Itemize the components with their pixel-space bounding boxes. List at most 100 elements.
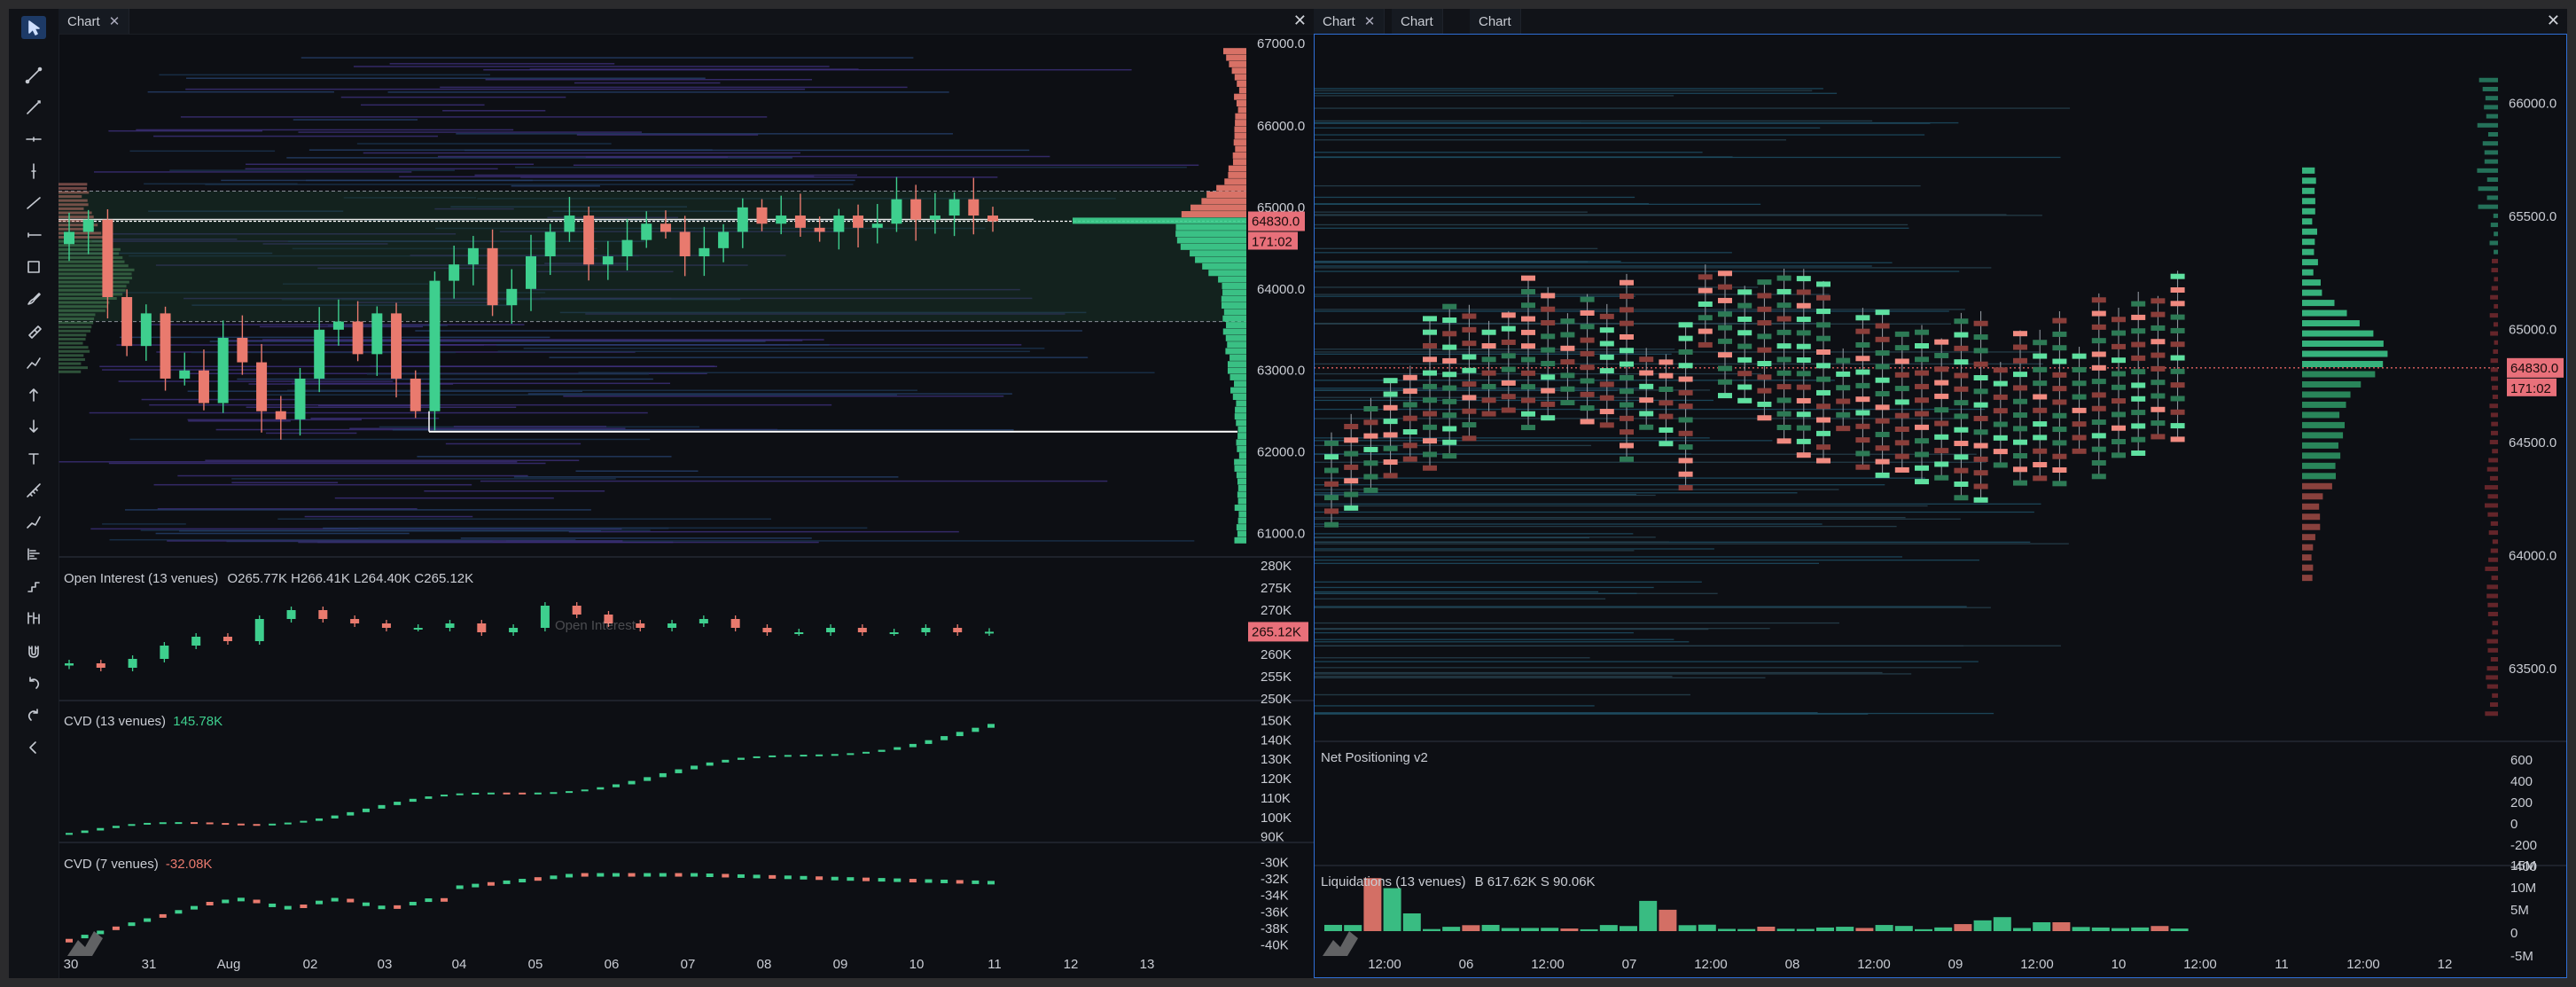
tool-long-short[interactable] <box>21 575 46 598</box>
cvd7-candle-body <box>284 905 292 910</box>
right-chart-canvas[interactable]: 66000.0 65500.0 65000.0 64500.0 64000.0 63500… <box>1314 34 2567 978</box>
arrow-down-icon-glyph <box>29 419 38 433</box>
tool-text[interactable] <box>21 447 46 470</box>
left-chart-area[interactable]: 66000.0 65000.0 64000.0 63000.0 62000.0 61000… <box>59 34 1314 978</box>
volume-profile-bar <box>1225 334 1246 341</box>
price-axis-label: 65000.0 <box>2509 322 2556 337</box>
tool-vertical-line[interactable] <box>21 160 46 183</box>
footprint-cell <box>1894 466 1909 473</box>
tool-path[interactable] <box>21 351 46 374</box>
tool-magnet[interactable] <box>21 640 46 663</box>
volume-profile-bar <box>2493 213 2498 218</box>
heatmap-line <box>1314 396 1646 398</box>
cvd7-candle-body <box>300 905 308 909</box>
tool-undo[interactable] <box>21 672 46 695</box>
ray-icon-glyph <box>27 100 41 114</box>
session-profile-bar <box>2302 309 2347 317</box>
heatmap-line <box>1314 505 1928 507</box>
footprint-cell <box>2131 396 2146 402</box>
footprint-cell <box>1402 388 1417 395</box>
time-badge-text: 171:02 <box>2510 381 2551 396</box>
footprint-cell <box>1402 456 1417 462</box>
close-icon[interactable]: ✕ <box>109 13 121 29</box>
candle-body <box>352 321 363 355</box>
footprint-cell <box>1894 412 1909 419</box>
footprint-cell <box>2013 480 2027 486</box>
heatmap-line <box>578 372 1155 373</box>
footprint-cell <box>2091 364 2106 371</box>
tool-measure[interactable] <box>21 511 46 534</box>
footprint-cell <box>1678 376 1693 382</box>
cvd7-candle-body <box>519 879 527 883</box>
session-profile-bar <box>2302 452 2341 459</box>
footprint-cell <box>1954 400 1969 406</box>
footprint-cell <box>1521 329 1535 335</box>
volume-profile-bar <box>1237 445 1246 452</box>
cvd13-candle-body <box>878 749 886 752</box>
liquidation-bar <box>1402 913 1421 931</box>
tool-volume-profile[interactable] <box>21 543 46 566</box>
candle-body <box>987 215 998 222</box>
cvd13-candle-body <box>628 780 636 785</box>
heatmap-line <box>1314 223 1909 226</box>
footprint-cell <box>1620 294 1634 300</box>
volume-profile-bar <box>2493 322 2498 327</box>
tab-chart-3[interactable]: Chart <box>1470 9 1521 34</box>
rectangle-icon <box>27 261 40 273</box>
footprint-cell <box>1855 464 1870 470</box>
footprint-cell <box>2072 421 2087 427</box>
heatmap-line <box>1314 286 1759 288</box>
tool-arrow-up[interactable] <box>21 383 46 406</box>
tool-highlighter[interactable] <box>21 319 46 342</box>
tool-brush[interactable] <box>21 287 46 310</box>
tool-horizontal-ray[interactable] <box>21 223 46 247</box>
candle-body <box>737 207 748 232</box>
footprint-cell <box>1973 402 1988 408</box>
bars-icon <box>27 612 40 624</box>
tool-arrow-down[interactable] <box>21 415 46 438</box>
footprint-cell <box>2170 314 2185 320</box>
footprint-cell <box>1737 356 1752 363</box>
candle-body <box>564 215 575 232</box>
tool-redo[interactable] <box>21 704 46 727</box>
heatmap-line <box>262 339 824 341</box>
tab-chart[interactable]: Chart ✕ <box>59 9 130 34</box>
watermark-logo-icon <box>1323 931 1358 956</box>
close-icon[interactable]: ✕ <box>1364 13 1376 29</box>
tool-ruler[interactable] <box>21 479 46 502</box>
footprint-cell <box>2033 353 2048 359</box>
cvd13-candle-body <box>909 743 917 748</box>
tool-collapse[interactable] <box>21 736 46 759</box>
footprint-cell <box>1757 388 1772 394</box>
tool-line[interactable] <box>21 192 46 215</box>
tool-bars[interactable] <box>21 607 46 630</box>
time-axis-label: 06 <box>1459 957 1474 972</box>
tool-cursor[interactable] <box>21 16 46 39</box>
close-panel-icon[interactable]: ✕ <box>2547 12 2560 30</box>
time-axis-label: 10 <box>909 957 925 972</box>
cvd13-candle-body <box>956 732 964 737</box>
left-chart-canvas[interactable]: 66000.065000.064000.063000.062000.061000… <box>59 34 1314 978</box>
footprint-cell <box>1718 338 1732 344</box>
tab-chart-2[interactable]: Chart <box>1392 9 1443 34</box>
session-profile-bar <box>59 354 84 357</box>
tool-rectangle[interactable] <box>21 255 46 278</box>
tool-ray[interactable] <box>21 96 46 119</box>
close-panel-icon[interactable]: ✕ <box>1293 12 1307 30</box>
footprint-cell <box>1678 403 1693 410</box>
footprint-cell <box>1541 333 1556 340</box>
volume-profile-bar <box>1208 270 1246 277</box>
footprint-cell <box>1521 425 1535 431</box>
footprint-cell <box>1954 413 1969 419</box>
time-axis-label: 10 <box>2112 957 2127 972</box>
right-chart-area[interactable]: 66000.0 65500.0 65000.0 64500.0 64000.0 63500… <box>1314 34 2567 978</box>
heatmap-line <box>231 478 616 480</box>
cvd13-candle-body <box>831 754 839 756</box>
footprint-cell <box>1816 281 1831 287</box>
footprint-cell <box>1659 387 1674 393</box>
heatmap-line <box>520 176 998 178</box>
tab-chart-1[interactable]: Chart ✕ <box>1314 9 1386 34</box>
tool-horizontal-line[interactable] <box>21 128 46 151</box>
tool-trend-line[interactable] <box>21 64 46 87</box>
heatmap-line <box>1314 399 1714 402</box>
